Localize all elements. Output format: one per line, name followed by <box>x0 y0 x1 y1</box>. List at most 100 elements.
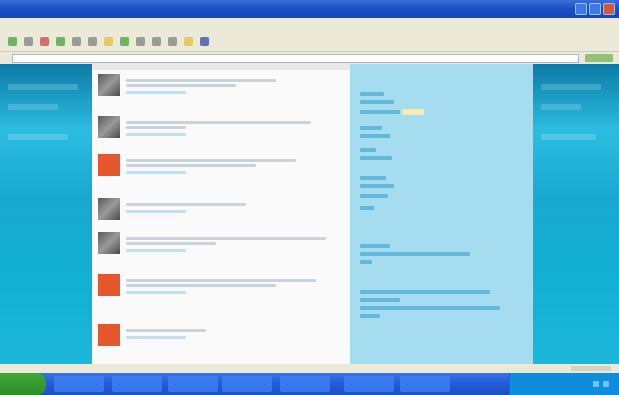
tweet-text-line <box>126 79 276 82</box>
panel-link[interactable] <box>360 184 394 188</box>
decorative-band <box>8 134 68 140</box>
minimize-button[interactable] <box>575 3 587 15</box>
tweet-text-line <box>126 237 326 240</box>
decorative-band <box>8 104 58 110</box>
tweet-item[interactable] <box>98 152 344 186</box>
tweet-text-line <box>126 121 311 124</box>
panel-link[interactable] <box>360 126 382 130</box>
highlight-badge <box>402 109 424 115</box>
tweet-meta[interactable] <box>126 249 186 252</box>
tweet-text-line <box>126 242 216 245</box>
tweet-text-line <box>126 159 296 162</box>
tweet-item[interactable] <box>98 322 344 356</box>
taskbar <box>0 373 619 395</box>
page-left-background <box>0 64 92 364</box>
taskbar-task-button[interactable] <box>222 376 272 392</box>
search-icon[interactable] <box>88 37 97 46</box>
panel-link[interactable] <box>360 244 390 248</box>
panel-link[interactable] <box>360 314 380 318</box>
avatar[interactable] <box>98 154 120 176</box>
system-tray <box>509 373 619 395</box>
tweet-text-line <box>126 329 206 332</box>
address-bar <box>0 52 619 64</box>
panel-link[interactable] <box>360 100 394 104</box>
tweet-item[interactable] <box>98 196 344 230</box>
panel-link[interactable] <box>360 92 384 96</box>
tweet-meta[interactable] <box>126 336 186 339</box>
taskbar-task-button[interactable] <box>400 376 450 392</box>
maximize-button[interactable] <box>589 3 601 15</box>
tweet-item[interactable] <box>98 230 344 264</box>
go-button[interactable] <box>585 54 613 62</box>
back-icon[interactable] <box>8 37 17 46</box>
avatar[interactable] <box>98 116 120 138</box>
tweet-text-line <box>126 279 316 282</box>
tweet-text-line <box>126 203 246 206</box>
panel-link[interactable] <box>360 176 386 180</box>
decorative-band <box>541 104 581 110</box>
print-icon[interactable] <box>152 37 161 46</box>
tweet-text-line <box>126 284 276 287</box>
panel-link[interactable] <box>360 298 400 302</box>
tweet-text-line <box>126 126 186 129</box>
tweet-item[interactable] <box>98 114 344 148</box>
taskbar-task-button[interactable] <box>344 376 394 392</box>
tweet-text-line <box>126 164 256 167</box>
favorites-icon[interactable] <box>104 37 113 46</box>
avatar[interactable] <box>98 324 120 346</box>
tweet-text-line <box>126 84 236 87</box>
tweet-meta[interactable] <box>126 133 186 136</box>
history-icon[interactable] <box>120 37 129 46</box>
refresh-icon[interactable] <box>56 37 65 46</box>
window-title-bar <box>0 0 619 18</box>
avatar[interactable] <box>98 232 120 254</box>
close-button[interactable] <box>603 3 615 15</box>
avatar[interactable] <box>98 198 120 220</box>
web-page <box>0 64 619 364</box>
right-info-panel <box>350 64 533 364</box>
messenger-icon[interactable] <box>200 37 209 46</box>
panel-link[interactable] <box>360 260 372 264</box>
panel-link[interactable] <box>360 134 390 138</box>
menu-bar <box>0 18 619 32</box>
panel-link[interactable] <box>360 148 376 152</box>
stop-icon[interactable] <box>40 37 49 46</box>
avatar[interactable] <box>98 274 120 296</box>
decorative-band <box>541 134 596 140</box>
tweet-meta[interactable] <box>126 291 186 294</box>
taskbar-task-button[interactable] <box>112 376 162 392</box>
status-bar <box>0 364 619 373</box>
forward-icon[interactable] <box>24 37 33 46</box>
taskbar-task-button[interactable] <box>168 376 218 392</box>
taskbar-task-button[interactable] <box>54 376 104 392</box>
discuss-icon[interactable] <box>184 37 193 46</box>
panel-link[interactable] <box>360 156 392 160</box>
panel-link[interactable] <box>360 306 500 310</box>
panel-link[interactable] <box>360 252 470 256</box>
network-icon[interactable] <box>593 381 599 387</box>
avatar[interactable] <box>98 74 120 96</box>
tweet-feed <box>92 64 350 364</box>
address-input[interactable] <box>12 53 579 63</box>
tweet-meta[interactable] <box>126 171 186 174</box>
panel-link[interactable] <box>360 194 388 198</box>
feed-header <box>92 64 350 70</box>
mail-icon[interactable] <box>136 37 145 46</box>
tweet-meta[interactable] <box>126 91 186 94</box>
window-controls <box>575 3 615 15</box>
tweet-meta[interactable] <box>126 210 186 213</box>
tweet-item[interactable] <box>98 272 344 306</box>
volume-icon[interactable] <box>603 381 609 387</box>
panel-link[interactable] <box>360 206 374 210</box>
panel-link[interactable] <box>360 110 400 114</box>
panel-link[interactable] <box>360 290 490 294</box>
decorative-band <box>541 84 601 90</box>
edit-icon[interactable] <box>168 37 177 46</box>
security-zone <box>571 366 611 371</box>
decorative-band <box>8 84 78 90</box>
taskbar-task-button[interactable] <box>280 376 330 392</box>
browser-toolbar <box>0 32 619 52</box>
start-button[interactable] <box>0 373 46 395</box>
tweet-item[interactable] <box>98 72 344 106</box>
home-icon[interactable] <box>72 37 81 46</box>
